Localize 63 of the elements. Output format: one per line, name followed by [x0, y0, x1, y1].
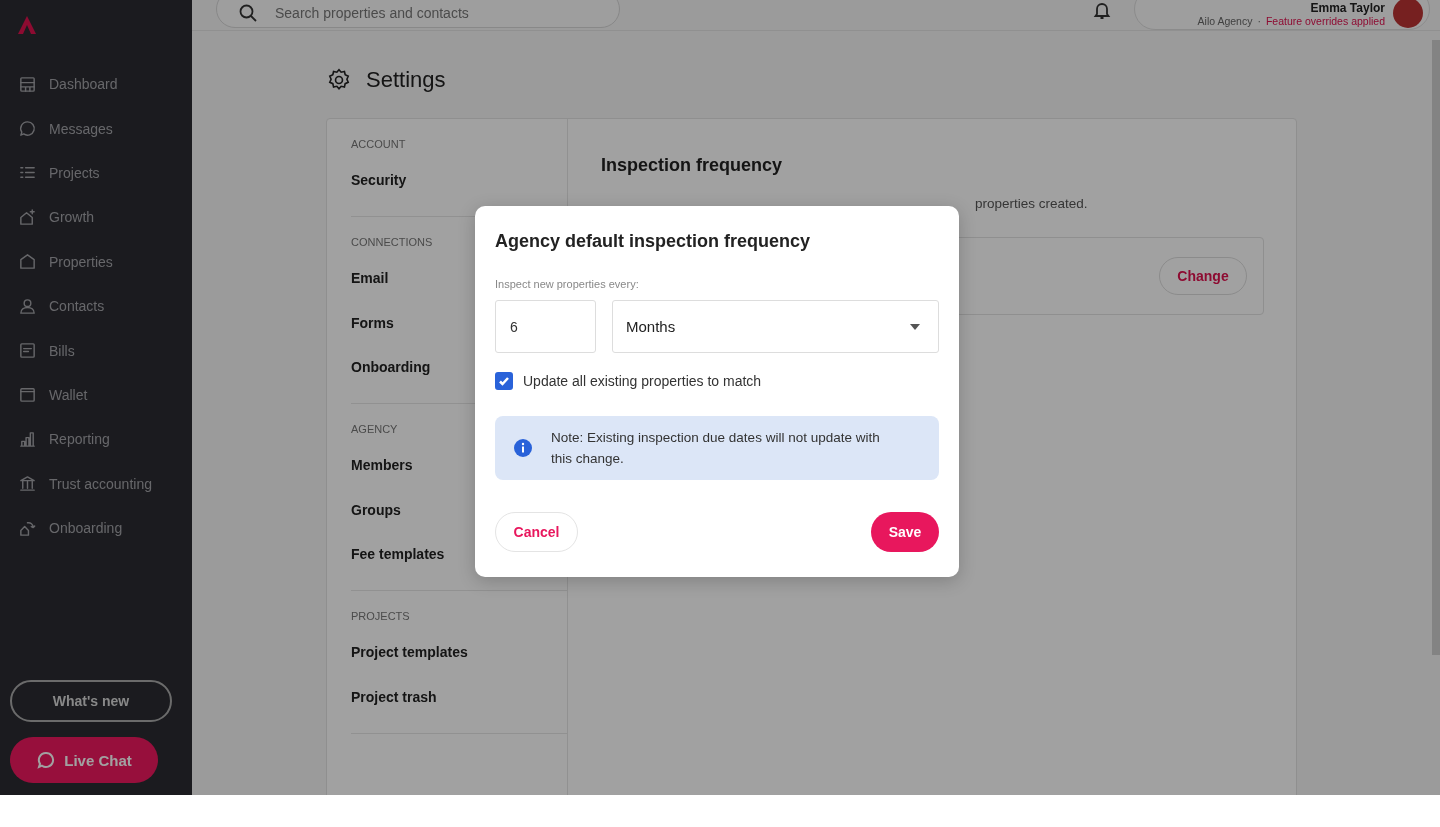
separator: ·: [1257, 14, 1261, 27]
bank-icon: [18, 474, 37, 494]
unit-dropdown[interactable]: Months: [612, 300, 939, 353]
section-title: Inspection frequency: [601, 155, 784, 176]
avatar: [1393, 0, 1423, 28]
section-heading: CONNECTIONS: [351, 236, 433, 248]
info-icon: [513, 438, 533, 458]
chat-icon: [36, 750, 57, 770]
checkbox-label: Update all existing properties to match: [523, 373, 762, 389]
settings-nav-item[interactable]: Onboarding: [351, 359, 431, 383]
section-heading: AGENCY: [351, 423, 398, 435]
section-heading: ACCOUNT: [351, 138, 406, 150]
receipt-icon: [18, 341, 37, 361]
section-description: properties created.: [975, 196, 1089, 211]
settings-nav-item[interactable]: Groups: [351, 501, 401, 546]
whats-new-button[interactable]: What's new: [10, 680, 172, 722]
dialog-title: Agency default inspection frequency: [495, 231, 812, 252]
checkmark-icon: [498, 375, 510, 387]
save-button[interactable]: Save: [871, 512, 939, 552]
logo-icon: [16, 14, 38, 36]
sidebar-item[interactable]: Properties: [0, 239, 192, 284]
sidebar-item[interactable]: Messages: [0, 106, 192, 151]
settings-nav-item[interactable]: Email: [351, 270, 389, 315]
section-heading: PROJECTS: [351, 610, 410, 622]
person-icon: [18, 296, 37, 316]
settings-nav-item[interactable]: Project templates: [351, 644, 468, 689]
wallet-icon: [18, 385, 37, 405]
chat-icon: [18, 119, 37, 139]
search-field[interactable]: Search properties and contacts: [216, 0, 620, 28]
settings-nav-item[interactable]: Forms: [351, 314, 394, 359]
change-button[interactable]: Change: [1159, 257, 1247, 295]
live-chat-button[interactable]: Live Chat: [10, 737, 158, 783]
search-icon: [238, 3, 258, 23]
settings-nav-item[interactable]: Security: [351, 172, 407, 196]
sidebar-item[interactable]: Projects: [0, 150, 192, 196]
settings-nav-item[interactable]: Project trash: [351, 688, 437, 713]
user-name: Emma Taylor: [1310, 1, 1385, 15]
cancel-button[interactable]: Cancel: [495, 512, 578, 552]
number-field[interactable]: 6: [495, 300, 596, 353]
scrollbar[interactable]: [1432, 40, 1440, 655]
settings-nav-item[interactable]: Members: [351, 457, 413, 502]
sidebar-item[interactable]: Onboarding: [0, 505, 192, 551]
sidebar-item[interactable]: Growth: [0, 195, 192, 240]
caret-icon: [910, 323, 920, 330]
feature-note: Feature overrides applied: [1265, 14, 1385, 27]
house-plus-icon: [18, 207, 37, 227]
dashboard-icon: [18, 74, 37, 94]
page-title: Settings: [366, 67, 446, 93]
agency-name: Ailo Agency: [1197, 14, 1253, 27]
checkbox[interactable]: [495, 372, 513, 390]
bell-icon[interactable]: [1092, 0, 1112, 20]
user-menu[interactable]: Emma Taylor Ailo Agency · Feature overrides applied: [1134, 0, 1430, 30]
house-icon: [18, 252, 37, 272]
bars-icon: [18, 429, 37, 449]
field-label: Inspect new properties every:: [495, 278, 640, 290]
sidebar-item[interactable]: Dashboard: [0, 62, 192, 107]
sidebar-item[interactable]: Reporting: [0, 417, 192, 462]
sidebar-item[interactable]: Contacts: [0, 283, 192, 329]
sidebar-item[interactable]: Trust accounting: [0, 461, 192, 506]
sidebar-item[interactable]: Bills: [0, 328, 192, 373]
sidebar-item[interactable]: Wallet: [0, 372, 192, 418]
note-text: Note: Existing inspection due dates will not update with this change.: [551, 429, 881, 468]
settings-nav-item[interactable]: Fee templates: [351, 546, 445, 570]
